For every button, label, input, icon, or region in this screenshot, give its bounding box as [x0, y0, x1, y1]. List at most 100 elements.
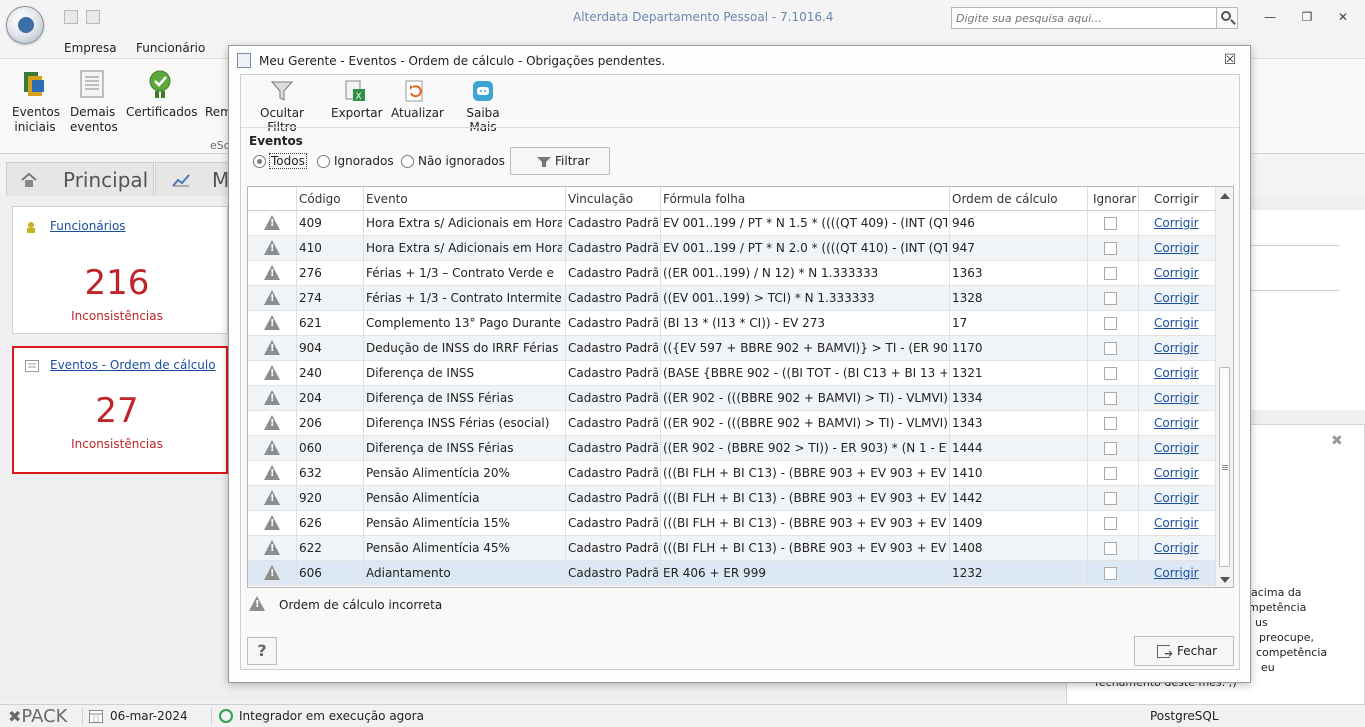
- restore-button[interactable]: ❐: [1298, 8, 1316, 26]
- table-row[interactable]: 204 Diferença de INSS Férias Cadastro Padr…: [248, 386, 1215, 411]
- help-button[interactable]: ?: [247, 637, 277, 665]
- ignorar-checkbox[interactable]: [1104, 217, 1117, 230]
- saiba-mais-button[interactable]: Saiba Mais: [453, 79, 513, 134]
- table-row[interactable]: 606 Adiantamento Cadastro Padrão ER 406 + E…: [248, 561, 1215, 586]
- codigo-cell: 904: [299, 341, 322, 355]
- dialog-close-button[interactable]: ☒: [1223, 53, 1237, 67]
- demais-eventos-button[interactable]: Demais eventos: [70, 69, 118, 135]
- codigo-cell: 621: [299, 316, 322, 330]
- corrigir-link[interactable]: Corrigir: [1154, 241, 1199, 255]
- table-row[interactable]: 622 Pensão Alimentícia 45% Cadastro Padrão…: [248, 536, 1215, 561]
- menu-empresa[interactable]: Empresa: [64, 41, 117, 55]
- codigo-cell: 240: [299, 366, 322, 380]
- ignorar-checkbox[interactable]: [1104, 367, 1117, 380]
- filtrar-button[interactable]: Filtrar: [510, 147, 610, 175]
- table-row[interactable]: 626 Pensão Alimentícia 15% Cadastro Padrão…: [248, 511, 1215, 536]
- evento-cell: Diferença de INSS Férias: [366, 391, 514, 405]
- application-menu-button[interactable]: [6, 6, 44, 44]
- table-row[interactable]: 060 Diferença de INSS Férias Cadastro Padr…: [248, 436, 1215, 461]
- corrigir-link[interactable]: Corrigir: [1154, 341, 1199, 355]
- evento-cell: Pensão Alimentícia 20%: [366, 466, 510, 480]
- close-notification-icon[interactable]: ✖: [1331, 433, 1343, 449]
- corrigir-link[interactable]: Corrigir: [1154, 491, 1199, 505]
- table-row[interactable]: 274 Férias + 1/3 - Contrato Intermitente C…: [248, 286, 1215, 311]
- eventos-grid: Código Evento Vinculação Fórmula folha O…: [247, 186, 1234, 588]
- corrigir-link[interactable]: Corrigir: [1154, 541, 1199, 555]
- document-icon[interactable]: [86, 10, 100, 24]
- menu-funcionario[interactable]: Funcionário: [136, 41, 205, 55]
- ignorar-checkbox[interactable]: [1104, 342, 1117, 355]
- ignorar-checkbox[interactable]: [1104, 517, 1117, 530]
- vinculacao-cell: Cadastro Padrão: [568, 566, 658, 580]
- ignorar-checkbox[interactable]: [1104, 567, 1117, 580]
- grid-icon[interactable]: [64, 10, 78, 24]
- col-ordem[interactable]: Ordem de cálculo: [952, 192, 1058, 206]
- fechar-button[interactable]: ➜ Fechar: [1134, 636, 1234, 666]
- corrigir-link[interactable]: Corrigir: [1154, 216, 1199, 230]
- funcionarios-link[interactable]: Funcionários: [50, 219, 126, 233]
- table-row[interactable]: 410 Hora Extra s/ Adicionais em Horas Cada…: [248, 236, 1215, 261]
- scroll-thumb[interactable]: [1219, 367, 1230, 567]
- corrigir-link[interactable]: Corrigir: [1154, 266, 1199, 280]
- corrigir-link[interactable]: Corrigir: [1154, 366, 1199, 380]
- corrigir-link[interactable]: Corrigir: [1154, 466, 1199, 480]
- global-search-input[interactable]: [951, 7, 1217, 29]
- scroll-down-icon[interactable]: [1220, 577, 1230, 583]
- exportar-button[interactable]: X Exportar: [331, 79, 383, 120]
- atualizar-button[interactable]: Atualizar: [391, 79, 444, 120]
- warning-icon: [264, 415, 280, 430]
- ignorar-checkbox[interactable]: [1104, 242, 1117, 255]
- tab-m[interactable]: M: [155, 162, 235, 196]
- status-date: 06-mar-2024: [110, 709, 188, 723]
- warning-icon: [264, 515, 280, 530]
- warning-icon: [264, 490, 280, 505]
- ignorar-checkbox[interactable]: [1104, 267, 1117, 280]
- ignorar-checkbox[interactable]: [1104, 317, 1117, 330]
- table-row[interactable]: 276 Férias + 1/3 – Contrato Verde e Cadast…: [248, 261, 1215, 286]
- ignorar-checkbox[interactable]: [1104, 492, 1117, 505]
- col-formula[interactable]: Fórmula folha: [663, 192, 745, 206]
- table-row[interactable]: 904 Dedução de INSS do IRRF Férias Cadastr…: [248, 336, 1215, 361]
- table-row[interactable]: 632 Pensão Alimentícia 20% Cadastro Padrão…: [248, 461, 1215, 486]
- corrigir-link[interactable]: Corrigir: [1154, 416, 1199, 430]
- corrigir-link[interactable]: Corrigir: [1154, 566, 1199, 580]
- ignorar-checkbox[interactable]: [1104, 292, 1117, 305]
- tab-principal[interactable]: Principal: [6, 162, 154, 196]
- search-button[interactable]: [1216, 7, 1238, 29]
- table-row[interactable]: 240 Diferença de INSS Cadastro Padrão (BASE…: [248, 361, 1215, 386]
- warning-icon: [264, 365, 280, 380]
- ignorar-checkbox[interactable]: [1104, 392, 1117, 405]
- col-vinculacao[interactable]: Vinculação: [568, 192, 633, 206]
- col-codigo[interactable]: Código: [299, 192, 341, 206]
- eventos-ordem-card[interactable]: Eventos - Ordem de cálculo 27 Inconsistê…: [12, 346, 228, 474]
- ignorar-checkbox[interactable]: [1104, 442, 1117, 455]
- ignorar-checkbox[interactable]: [1104, 467, 1117, 480]
- corrigir-link[interactable]: Corrigir: [1154, 516, 1199, 530]
- corrigir-link[interactable]: Corrigir: [1154, 391, 1199, 405]
- col-ignorar[interactable]: Ignorar: [1093, 192, 1136, 206]
- formula-cell: EV 001..199 / PT * N 2.0 * ((((QT 410) -…: [663, 241, 947, 255]
- eventos-iniciais-button[interactable]: Eventos iniciais: [12, 69, 60, 135]
- table-row[interactable]: 409 Hora Extra s/ Adicionais em Horas Cada…: [248, 211, 1215, 236]
- ignorar-checkbox[interactable]: [1104, 542, 1117, 555]
- col-corrigir[interactable]: Corrigir: [1154, 192, 1199, 206]
- ignorar-checkbox[interactable]: [1104, 417, 1117, 430]
- corrigir-link[interactable]: Corrigir: [1154, 441, 1199, 455]
- table-row[interactable]: 920 Pensão Alimentícia Cadastro Padrão (((B…: [248, 486, 1215, 511]
- table-row[interactable]: 621 Complemento 13° Pago Durante o Cadastr…: [248, 311, 1215, 336]
- grid-scrollbar[interactable]: [1215, 187, 1233, 587]
- ocultar-filtro-button[interactable]: Ocultar Filtro: [247, 79, 317, 134]
- rem-button[interactable]: Rem: [205, 69, 229, 120]
- certificados-button[interactable]: Certificados: [126, 69, 197, 120]
- evento-cell: Férias + 1/3 – Contrato Verde e: [366, 266, 554, 280]
- table-row[interactable]: 206 Diferença INSS Férias (esocial) Cadast…: [248, 411, 1215, 436]
- col-evento[interactable]: Evento: [366, 192, 408, 206]
- scroll-up-icon[interactable]: [1220, 193, 1230, 199]
- close-window-button[interactable]: ✕: [1334, 8, 1352, 26]
- corrigir-link[interactable]: Corrigir: [1154, 291, 1199, 305]
- corrigir-link[interactable]: Corrigir: [1154, 316, 1199, 330]
- funcionarios-card[interactable]: Funcionários 216 Inconsistências: [12, 206, 228, 334]
- minimize-button[interactable]: —: [1261, 8, 1279, 26]
- formula-cell: ((ER 902 - (((BBRE 902 + BAMVI) > TI) - …: [663, 416, 947, 430]
- eventos-ordem-link[interactable]: Eventos - Ordem de cálculo: [50, 358, 216, 372]
